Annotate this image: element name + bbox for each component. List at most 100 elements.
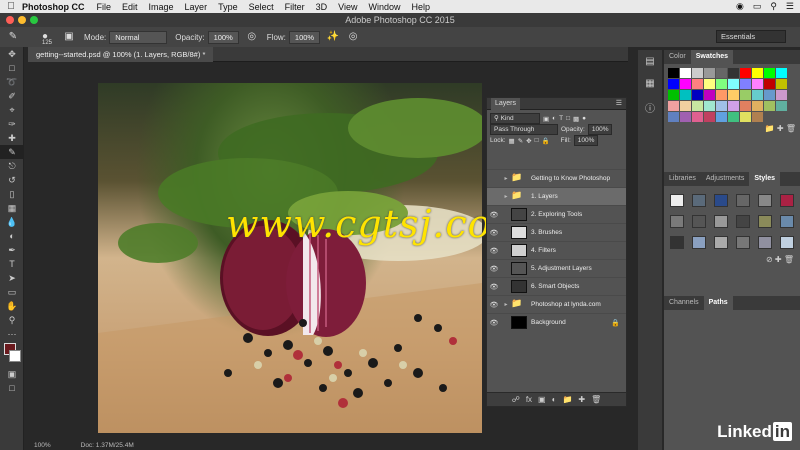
crop-tool-icon[interactable]: ⌖ [0, 103, 24, 117]
more-tools-icon[interactable]: ⋯ [0, 327, 24, 341]
swatch[interactable] [692, 112, 703, 122]
workspace-select[interactable]: Essentials [716, 30, 786, 43]
tab-paths[interactable]: Paths [703, 296, 733, 310]
search-icon[interactable]: ⚲ [770, 1, 777, 12]
list-icon[interactable]: ☰ [786, 1, 794, 12]
airbrush-icon[interactable]: ✨ [326, 30, 340, 44]
style-preset[interactable] [692, 215, 706, 228]
tab-layers[interactable]: Layers [491, 98, 521, 110]
swatch[interactable] [668, 101, 679, 111]
path-select-tool-icon[interactable]: ➤ [0, 271, 24, 285]
style-preset[interactable] [714, 236, 728, 249]
filter-shape-icon[interactable]: □ [566, 115, 570, 122]
info-panel-icon[interactable]: ⓘ [641, 100, 659, 116]
swatch[interactable] [704, 90, 715, 100]
style-preset[interactable] [758, 236, 772, 249]
apple-icon[interactable]:  [0, 1, 22, 12]
swatch[interactable] [716, 90, 727, 100]
swatch[interactable] [752, 101, 763, 111]
menu-layer[interactable]: Layer [185, 2, 208, 12]
quick-select-tool-icon[interactable]: ✐ [0, 89, 24, 103]
zoom-tool-icon[interactable]: ⚲ [0, 313, 24, 327]
mode-select[interactable]: Normal [109, 30, 168, 44]
filter-type-icon[interactable]: T [559, 115, 563, 122]
trash-icon[interactable]: 🗑 [591, 393, 601, 406]
blend-mode-select[interactable]: Pass Through [490, 124, 558, 135]
blur-tool-icon[interactable]: 💧 [0, 215, 24, 229]
swatch[interactable] [704, 101, 715, 111]
swatch[interactable] [740, 90, 751, 100]
filter-toggle-icon[interactable]: ● [582, 115, 586, 122]
tab-swatches[interactable]: Swatches [690, 50, 734, 64]
menu-image[interactable]: Image [149, 2, 174, 12]
fill-field[interactable]: 100% [573, 135, 599, 146]
style-preset[interactable] [780, 215, 794, 228]
layer-row[interactable]: 👁 2. Exploring Tools [487, 205, 626, 223]
style-preset[interactable] [780, 236, 794, 249]
document-image[interactable] [98, 83, 482, 433]
brush-panel-icon[interactable]: ▣ [62, 30, 76, 44]
tab-color[interactable]: Color [664, 50, 691, 64]
swatch[interactable] [740, 68, 751, 78]
swatch[interactable] [680, 68, 691, 78]
eye-icon[interactable]: 👁 [487, 229, 501, 237]
swatch[interactable] [752, 112, 763, 122]
lock-all-icon[interactable]: 🔒 [542, 137, 550, 145]
swatch[interactable] [728, 79, 739, 89]
style-preset[interactable] [714, 215, 728, 228]
chevron-right-icon[interactable]: ▸ [501, 301, 511, 308]
panel-menu-icon[interactable]: ☰ [616, 98, 622, 110]
menu-filter[interactable]: Filter [285, 2, 305, 12]
tab-adjustments[interactable]: Adjustments [701, 172, 750, 186]
swatch[interactable] [668, 90, 679, 100]
menu-3d[interactable]: 3D [316, 2, 328, 12]
swatch[interactable] [776, 90, 787, 100]
swatch[interactable] [764, 90, 775, 100]
wifi-icon[interactable]: ◉ [736, 1, 744, 12]
style-grid[interactable] [664, 186, 800, 249]
document-tab[interactable]: getting--started.psd @ 100% (1. Layers, … [28, 47, 214, 62]
history-panel-icon[interactable]: ▤ [641, 56, 659, 72]
add-mask-icon[interactable]: ▣ [538, 393, 546, 406]
background-color[interactable] [9, 350, 21, 362]
swatch[interactable] [704, 112, 715, 122]
fx-icon[interactable]: fx [526, 393, 532, 406]
layer-row[interactable]: 👁 4. Filters [487, 241, 626, 259]
new-layer-icon[interactable]: ✚ [578, 393, 585, 406]
lock-transparent-icon[interactable]: ▦ [509, 137, 515, 145]
app-menu[interactable]: Photoshop CC [22, 2, 85, 12]
layer-row[interactable]: 👁 Background 🔒 [487, 313, 626, 331]
menu-type[interactable]: Type [218, 2, 238, 12]
swatch[interactable] [740, 79, 751, 89]
swatch[interactable] [704, 68, 715, 78]
history-brush-tool-icon[interactable]: ↺ [0, 173, 24, 187]
swatch[interactable] [752, 79, 763, 89]
style-preset[interactable] [736, 236, 750, 249]
opacity-field[interactable]: 100% [207, 30, 239, 44]
eye-icon[interactable]: 👁 [487, 283, 501, 291]
swatch[interactable] [764, 79, 775, 89]
swatch[interactable] [728, 112, 739, 122]
lock-pixels-icon[interactable]: ✎ [518, 137, 523, 145]
eye-icon[interactable]: 👁 [487, 301, 501, 309]
filter-adjustment-icon[interactable]: ◐ [552, 115, 556, 122]
marquee-tool-icon[interactable]: □ [0, 61, 24, 75]
pressure-size-icon[interactable]: ◎ [346, 30, 360, 44]
swatch[interactable] [668, 79, 679, 89]
tab-styles[interactable]: Styles [749, 172, 781, 186]
filter-pixel-icon[interactable]: ▣ [543, 115, 549, 123]
layer-row[interactable]: 👁 3. Brushes [487, 223, 626, 241]
new-group-icon[interactable]: 📁 [562, 393, 572, 406]
style-preset[interactable] [736, 194, 750, 207]
delete-swatch-icon[interactable]: 🗑 [786, 124, 796, 133]
lock-artboard-icon[interactable]: □ [535, 137, 539, 144]
style-preset[interactable] [670, 236, 684, 249]
battery-icon[interactable]: ▭ [753, 1, 762, 12]
brush-tool-icon[interactable]: ✎ [0, 145, 24, 159]
chevron-right-icon[interactable]: ▸ [501, 175, 511, 182]
quick-mask-icon[interactable]: ▣ [0, 367, 24, 381]
close-window-button[interactable] [6, 16, 14, 24]
gradient-tool-icon[interactable]: ▦ [0, 201, 24, 215]
swatch[interactable] [728, 68, 739, 78]
delete-style-icon[interactable]: 🗑 [784, 255, 794, 264]
